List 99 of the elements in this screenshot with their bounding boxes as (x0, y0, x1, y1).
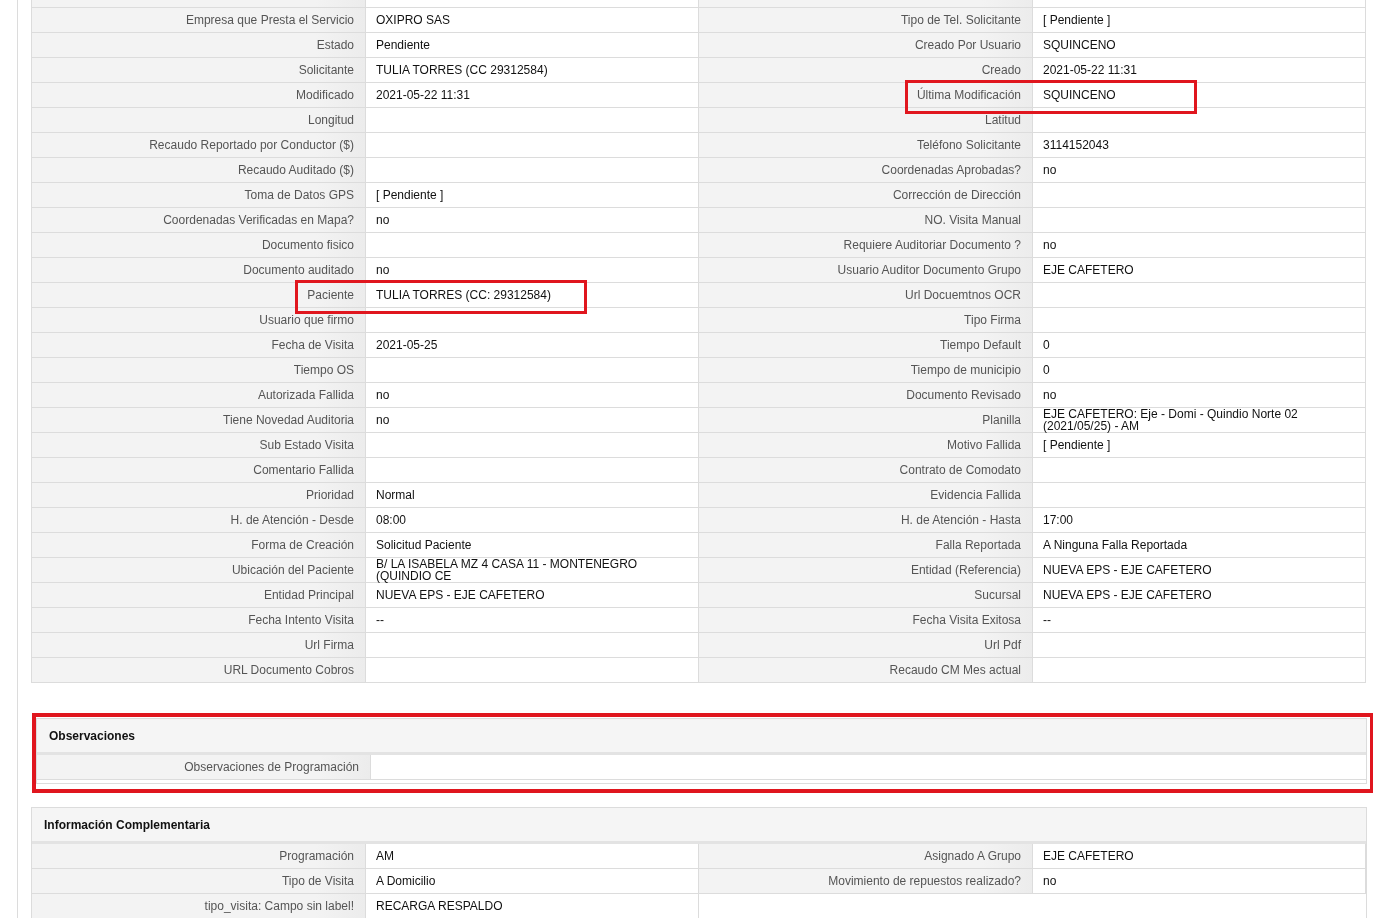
field-label: Asignado A Grupo (699, 844, 1033, 869)
field-value: no (1033, 233, 1366, 258)
field-value: [ Pendiente ] (366, 183, 699, 208)
field-label: Longitud (307, 113, 354, 127)
field-label: Url Pdf (984, 638, 1021, 652)
field-label: Url Docuemtnos OCR (904, 288, 1021, 302)
field-label: H. de Atención - Hasta (900, 513, 1021, 527)
field-value: EJE CAFETERO: Eje - Domi - Quindio Norte 02 (2021/05/25) - AM (1033, 408, 1366, 433)
field-label: Recaudo CM Mes actual (889, 663, 1021, 677)
field-label: Última Modificación (916, 88, 1021, 102)
field-value: EJE CAFETERO (1033, 844, 1366, 869)
field-value: 3114152043 (1033, 133, 1366, 158)
section-title: Observaciones (37, 719, 1366, 755)
field-label: Fecha Visita Exitosa (912, 613, 1021, 627)
field-value: SQUINCENO (1033, 83, 1366, 108)
field-value: AM (366, 844, 699, 869)
field-value: [ Pendiente ] (1033, 433, 1366, 458)
field-label: Modificado (295, 88, 354, 102)
field-label: Motivo Fallida (946, 438, 1021, 452)
field-label: Tipo Firma (964, 313, 1021, 327)
field-label: Empresa que Presta el Servicio (185, 13, 354, 27)
field-label: Forma de Creación (251, 538, 354, 552)
field-label: Estado (316, 38, 354, 52)
field-label: Toma de Datos GPS (244, 188, 354, 202)
field-value: -- (366, 608, 699, 633)
field-value: Pendiente (366, 33, 699, 58)
field-value: no (366, 383, 699, 408)
field-label: Usuario que firmo (259, 313, 354, 327)
field-value: NUEVA EPS - EJE CAFETERO (1033, 583, 1366, 608)
field-label: Tiene Novedad Auditoria (223, 413, 354, 427)
field-value: 2021-05-25 (366, 333, 699, 358)
field-value: A Domicilio (366, 869, 699, 894)
field-value: 17:00 (1033, 508, 1366, 533)
field-value: [ Pendiente ] (1033, 8, 1366, 33)
field-label: Planilla (982, 413, 1021, 427)
field-value: A Ninguna Falla Reportada (1033, 533, 1366, 558)
field-label: Documento Revisado (906, 388, 1021, 402)
field-label: Comentario Fallida (253, 463, 354, 477)
field-label: Creado (981, 63, 1021, 77)
field-label: URL Documento Cobros (223, 663, 354, 677)
field-label: Movimiento de repuestos realizado? (699, 869, 1033, 894)
field-label: H. de Atención - Desde (230, 513, 354, 527)
field-label: Falla Reportada (935, 538, 1021, 552)
field-value: no (366, 408, 699, 433)
field-value: 08:00 (366, 508, 699, 533)
field-value: TULIA TORRES (CC: 29312584) (366, 283, 699, 308)
field-label: Teléfono Solicitante (916, 138, 1021, 152)
field-label: Creado Por Usuario (914, 38, 1021, 52)
field-value: no (1033, 158, 1366, 183)
field-value: -- (1033, 608, 1366, 633)
field-label: Url Firma (304, 638, 354, 652)
field-label: Ubicación del Paciente (231, 563, 354, 577)
field-value: 0 (1033, 333, 1366, 358)
field-label: Sub Estado Visita (259, 438, 354, 452)
field-label: Tipo de Tel. Solicitante (900, 13, 1021, 27)
field-label: Paciente (307, 288, 354, 302)
field-label: Autorizada Fallida (257, 388, 354, 402)
field-value: NUEVA EPS - EJE CAFETERO (366, 583, 699, 608)
field-label: Evidencia Fallida (930, 488, 1021, 502)
field-label: Latitud (984, 113, 1021, 127)
field-value: TULIA TORRES (CC 29312584) (366, 58, 699, 83)
field-value: Solicitud Paciente (366, 533, 699, 558)
field-label: Entidad Principal (263, 588, 354, 602)
field-label: Observaciones de Programación (37, 755, 371, 780)
field-value: no (1033, 383, 1366, 408)
field-label: Solicitante (298, 63, 354, 77)
field-label: Usuario Auditor Documento Grupo (837, 263, 1021, 277)
field-label: Tiempo Default (940, 338, 1021, 352)
field-value: 2021-05-22 11:31 (366, 83, 699, 108)
field-label: Fecha Intento Visita (248, 613, 354, 627)
field-value: no (1033, 869, 1366, 894)
field-label: Requiere Auditoriar Documento ? (843, 238, 1021, 252)
field-value: EJE CAFETERO (1033, 258, 1366, 283)
field-value: Normal (366, 483, 699, 508)
field-value: OXIPRO SAS (366, 8, 699, 33)
field-label: Tipo de Visita (32, 869, 366, 894)
field-value: no (366, 208, 699, 233)
field-label: Coordenadas Verificadas en Mapa? (163, 213, 354, 227)
field-label: Sucursal (974, 588, 1021, 602)
field-label: Entidad (Referencia) (910, 563, 1021, 577)
field-label: Recaudo Reportado por Conductor ($) (149, 138, 354, 152)
field-label: Fecha de Visita (271, 338, 354, 352)
section-title: Información Complementaria (32, 808, 1366, 844)
field-value: SQUINCENO (1033, 33, 1366, 58)
field-label: NO. Visita Manual (924, 213, 1021, 227)
field-value: NUEVA EPS - EJE CAFETERO (1033, 558, 1366, 583)
field-label: Tiempo de municipio (910, 363, 1021, 377)
field-value: B/ LA ISABELA MZ 4 CASA 11 - MONTENEGRO (QUINDIO CE (366, 558, 699, 583)
field-label: Tiempo OS (293, 363, 354, 377)
field-label: tipo_visita: Campo sin label! (32, 894, 366, 918)
field-label: Prioridad (305, 488, 354, 502)
field-label: Documento auditado (243, 263, 354, 277)
field-label: Coordenadas Aprobadas? (881, 163, 1021, 177)
field-label: Recaudo Auditado ($) (237, 163, 354, 177)
field-label: Contrato de Comodato (899, 463, 1021, 477)
field-label: Corrección de Dirección (892, 188, 1021, 202)
field-label: Programación (32, 844, 366, 869)
field-value: 0 (1033, 358, 1366, 383)
field-label: Documento fisico (261, 238, 354, 252)
